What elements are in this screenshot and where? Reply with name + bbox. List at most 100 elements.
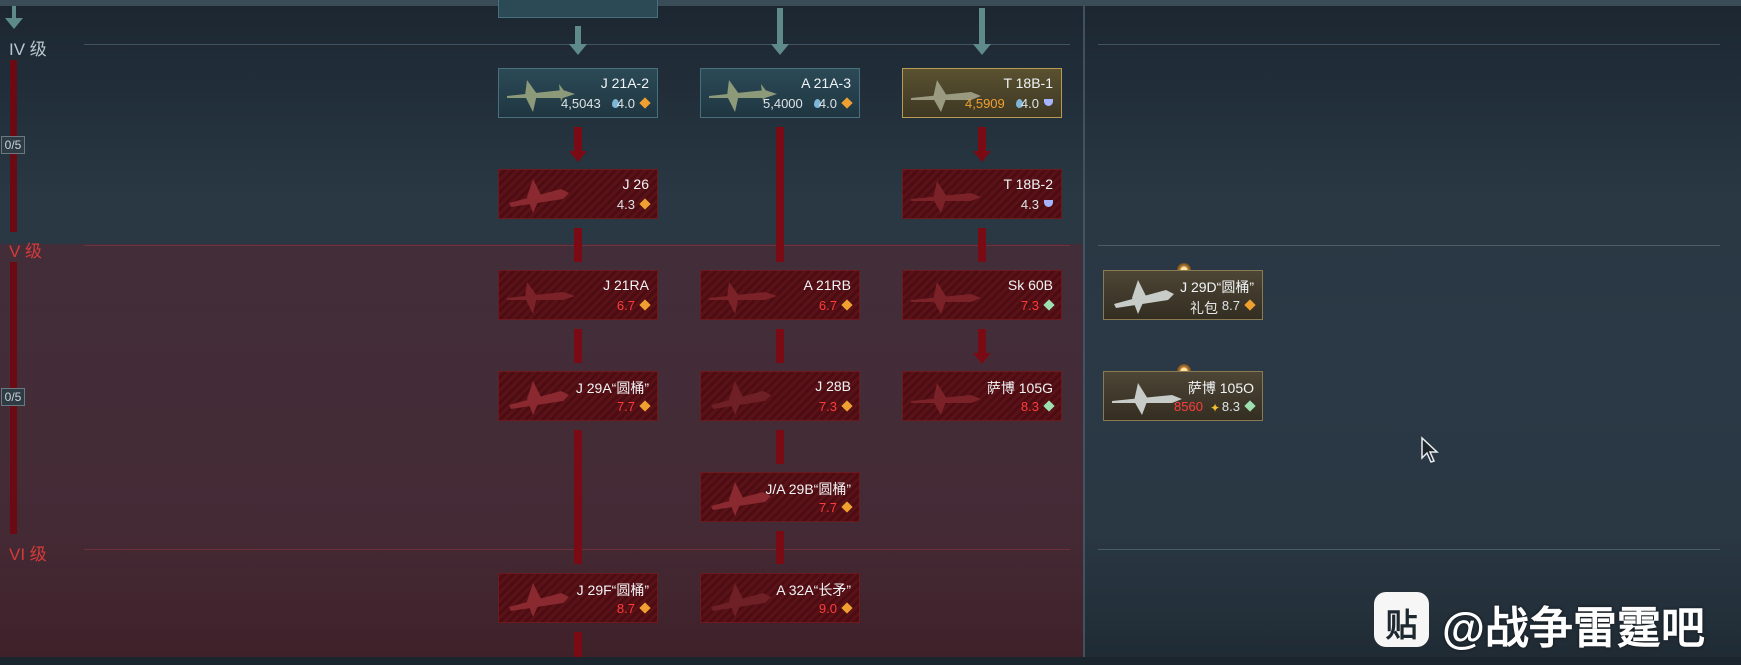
- vehicle-name: J 21RA: [603, 277, 649, 293]
- pack-label: 礼包: [1190, 300, 1218, 316]
- vehicle-card-j29a[interactable]: J 29A“圆桶” 7.7: [498, 371, 658, 421]
- simulator-mode-icon: [1244, 400, 1256, 412]
- battle-rating: 4.0: [818, 96, 837, 111]
- battle-rating: 6.7: [818, 298, 837, 313]
- arcade-mode-icon: [841, 299, 853, 311]
- aircraft-icon: [911, 181, 981, 213]
- simulator-mode-icon: [1043, 299, 1055, 311]
- vehicle-name: 萨博 105O: [1187, 380, 1254, 396]
- vehicle-name: J 29D“圆桶”: [1180, 279, 1254, 295]
- connector: [574, 329, 582, 363]
- rank-iv-label: IV 级: [9, 40, 47, 59]
- connector: [776, 329, 784, 363]
- aircraft-icon: [507, 282, 575, 314]
- arrow-down-icon: [973, 151, 991, 162]
- vehicle-card-j26[interactable]: J 26 4.3: [498, 169, 658, 219]
- vehicle-name: T 18B-2: [1003, 176, 1053, 192]
- battle-rating: 8.7: [616, 601, 635, 616]
- vehicle-name: J 28B: [815, 378, 851, 394]
- battle-rating: 4.3: [616, 197, 635, 212]
- battle-rating: 7.3: [1020, 298, 1039, 313]
- arcade-mode-icon: [639, 299, 651, 311]
- arrow-down-icon: [973, 353, 991, 364]
- arrow-down-icon: [771, 44, 789, 55]
- connector: [776, 430, 784, 464]
- vehicle-card-j29f[interactable]: J 29F“圆桶” 8.7: [498, 573, 658, 623]
- connector: [574, 127, 582, 153]
- realistic-mode-icon: [1044, 99, 1053, 106]
- battle-rating: 7.7: [818, 500, 837, 515]
- aircraft-icon: [1112, 383, 1182, 415]
- top-left-arrow-icon: [5, 18, 23, 29]
- connector: [978, 228, 986, 262]
- partial-vehicle-card[interactable]: [498, 0, 658, 18]
- aircraft-icon: [509, 583, 569, 617]
- vehicle-name: J/A 29B“圆桶”: [765, 481, 851, 497]
- vehicle-card-saab105g[interactable]: 萨博 105G 8.3: [902, 371, 1062, 421]
- vehicle-name: J 29A“圆桶”: [575, 380, 649, 396]
- vehicle-card-a21rb[interactable]: A 21RB 6.7: [700, 270, 860, 320]
- arcade-mode-icon: [841, 501, 853, 513]
- vehicle-name: T 18B-1: [1003, 75, 1053, 91]
- aircraft-icon: [711, 381, 771, 415]
- connector: [979, 8, 985, 44]
- connector: [776, 127, 784, 262]
- mouse-cursor-icon: [1421, 436, 1439, 463]
- arcade-mode-icon: [841, 400, 853, 412]
- research-points: 5,4000: [763, 96, 803, 111]
- battle-rating: 4.0: [616, 96, 635, 111]
- vehicle-name: A 21RB: [803, 277, 851, 293]
- rank-vi-label: VI 级: [9, 545, 47, 564]
- battle-rating: 8.7: [1221, 298, 1240, 313]
- arcade-mode-icon: [639, 97, 651, 109]
- research-points: 4,5043: [561, 96, 601, 111]
- vehicle-card-j29d[interactable]: J 29D“圆桶” 礼包 8.7: [1103, 270, 1263, 320]
- vehicle-card-t18b2[interactable]: T 18B-2 4.3: [902, 169, 1062, 219]
- watermark-text: @战争雷霆吧: [1442, 604, 1705, 653]
- aircraft-icon: [709, 282, 777, 314]
- simulator-mode-icon: [1043, 400, 1055, 412]
- aircraft-icon: [711, 583, 771, 617]
- top-left-connector: [12, 6, 16, 19]
- arrow-down-icon: [569, 44, 587, 55]
- vehicle-card-ja29b[interactable]: J/A 29B“圆桶” 7.7: [700, 472, 860, 522]
- vehicle-card-a32a[interactable]: A 32A“长矛” 9.0: [700, 573, 860, 623]
- battle-rating: 4.0: [1020, 96, 1039, 111]
- rank-iv-line-premium: [1098, 44, 1720, 45]
- connector: [978, 127, 986, 153]
- vehicle-card-j28b[interactable]: J 28B 7.3: [700, 371, 860, 421]
- tieba-logo-icon: 贴: [1374, 592, 1429, 647]
- connector: [978, 329, 986, 355]
- arrow-down-icon: [569, 151, 587, 162]
- vehicle-card-j21ra[interactable]: J 21RA 6.7: [498, 270, 658, 320]
- realistic-mode-icon: [1044, 200, 1053, 207]
- arcade-mode-icon: [841, 602, 853, 614]
- connector: [575, 26, 581, 44]
- tieba-logo-glyph: 贴: [1385, 607, 1418, 643]
- vehicle-card-sk60b[interactable]: Sk 60B 7.3: [902, 270, 1062, 320]
- connector: [776, 531, 784, 564]
- arcade-mode-icon: [639, 198, 651, 210]
- battle-rating: 8.3: [1020, 399, 1039, 414]
- tree-premium-divider: [1083, 6, 1085, 657]
- battle-rating: 6.7: [616, 298, 635, 313]
- connector: [574, 228, 582, 262]
- bottom-bar: [0, 657, 1741, 665]
- aircraft-icon: [911, 282, 981, 314]
- rank-vi-line-premium: [1098, 549, 1720, 550]
- vehicle-card-a21a3[interactable]: 5,4000 A 21A-3 4.0: [700, 68, 860, 118]
- battle-rating: 9.0: [818, 601, 837, 616]
- vehicle-card-j21a2[interactable]: 4,5043 J 21A-2 4.0: [498, 68, 658, 118]
- vehicle-card-saab105o[interactable]: 8560 ✦ 萨博 105O 8.3: [1103, 371, 1263, 421]
- vehicle-name: A 21A-3: [801, 75, 851, 91]
- rank-iv-progress-badge: 0/5: [1, 136, 25, 154]
- vehicle-card-t18b1[interactable]: 4,5909 T 18B-1 4.0: [902, 68, 1062, 118]
- aircraft-icon: [1114, 280, 1174, 314]
- vehicle-name: J 26: [622, 176, 649, 192]
- battle-rating: 7.7: [616, 399, 635, 414]
- aircraft-icon: [911, 383, 981, 415]
- arcade-mode-icon: [841, 97, 853, 109]
- battle-rating: 8.3: [1221, 399, 1240, 414]
- aircraft-icon: [509, 381, 569, 415]
- rank-v-line-premium: [1098, 245, 1720, 246]
